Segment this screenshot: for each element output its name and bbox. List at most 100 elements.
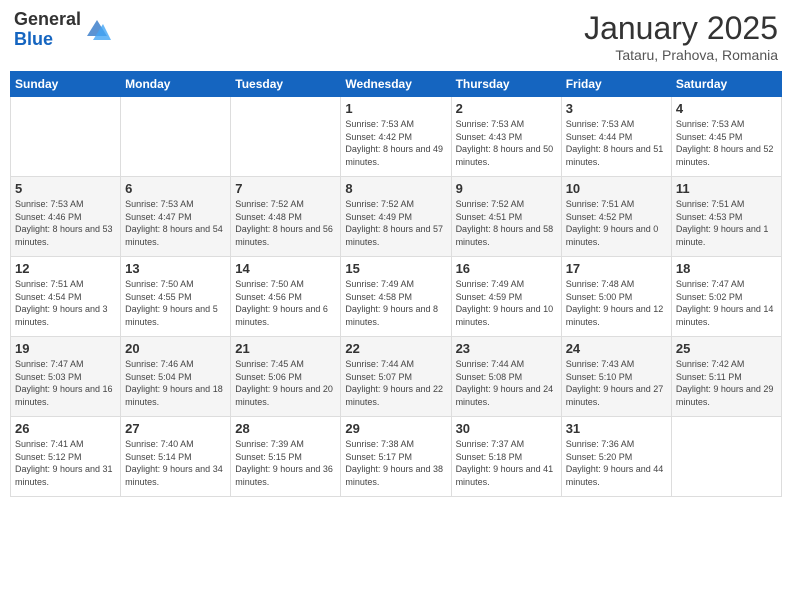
calendar-cell [231, 97, 341, 177]
calendar-cell: 23 Sunrise: 7:44 AM Sunset: 5:08 PM Dayli… [451, 337, 561, 417]
day-number: 4 [676, 101, 777, 116]
cell-info: Sunrise: 7:50 AM Sunset: 4:56 PM Dayligh… [235, 278, 336, 328]
calendar-cell: 15Sunrise: 7:49 AM Sunset: 4:58 PM Dayli… [341, 257, 451, 337]
cell-info: Sunrise: 7:49 AM Sunset: 4:59 PM Dayligh… [456, 278, 557, 328]
cell-info: Sunrise: 7:52 AM Sunset: 4:49 PM Dayligh… [345, 198, 446, 248]
calendar-cell: 2 Sunrise: 7:53 AM Sunset: 4:43 PM Daylig… [451, 97, 561, 177]
cell-info: Sunrise: 7:42 AM Sunset: 5:11 PM Dayligh… [676, 358, 777, 408]
logo-icon [83, 16, 111, 44]
calendar-cell: 11 Sunrise: 7:51 AM Sunset: 4:53 PM Dayli… [671, 177, 781, 257]
day-number: 28 [235, 421, 336, 436]
day-number: 27 [125, 421, 226, 436]
cell-info: Sunrise: 7:50 AM Sunset: 4:55 PM Dayligh… [125, 278, 226, 328]
calendar-cell: 13 Sunrise: 7:50 AM Sunset: 4:55 PM Dayli… [121, 257, 231, 337]
calendar-week-row: 12 Sunrise: 7:51 AM Sunset: 4:54 PM Dayli… [11, 257, 782, 337]
day-number: 3 [566, 101, 667, 116]
page-header: General Blue January 2025 Tataru, Prahov… [10, 10, 782, 63]
calendar-table: SundayMondayTuesdayWednesdayThursdayFrid… [10, 71, 782, 497]
calendar-cell: 6 Sunrise: 7:53 AM Sunset: 4:47 PM Daylig… [121, 177, 231, 257]
day-number: 11 [676, 181, 777, 196]
logo: General Blue [14, 10, 111, 50]
cell-info: Sunrise: 7:53 AM Sunset: 4:43 PM Dayligh… [456, 118, 557, 168]
cell-info: Sunrise: 7:44 AM Sunset: 5:07 PM Dayligh… [345, 358, 446, 408]
cell-info: Sunrise: 7:49 AM Sunset: 4:58 PM Dayligh… [345, 278, 446, 328]
day-number: 6 [125, 181, 226, 196]
calendar-cell: 20 Sunrise: 7:46 AM Sunset: 5:04 PM Dayli… [121, 337, 231, 417]
cell-info: Sunrise: 7:48 AM Sunset: 5:00 PM Dayligh… [566, 278, 667, 328]
calendar-cell: 26Sunrise: 7:41 AM Sunset: 5:12 PM Dayli… [11, 417, 121, 497]
calendar-cell: 9 Sunrise: 7:52 AM Sunset: 4:51 PM Daylig… [451, 177, 561, 257]
calendar-cell: 7 Sunrise: 7:52 AM Sunset: 4:48 PM Daylig… [231, 177, 341, 257]
day-number: 19 [15, 341, 116, 356]
day-number: 13 [125, 261, 226, 276]
cell-info: Sunrise: 7:51 AM Sunset: 4:53 PM Dayligh… [676, 198, 777, 248]
cell-info: Sunrise: 7:38 AM Sunset: 5:17 PM Dayligh… [345, 438, 446, 488]
cell-info: Sunrise: 7:53 AM Sunset: 4:47 PM Dayligh… [125, 198, 226, 248]
calendar-cell: 28 Sunrise: 7:39 AM Sunset: 5:15 PM Dayli… [231, 417, 341, 497]
cell-info: Sunrise: 7:46 AM Sunset: 5:04 PM Dayligh… [125, 358, 226, 408]
day-number: 30 [456, 421, 557, 436]
cell-info: Sunrise: 7:51 AM Sunset: 4:52 PM Dayligh… [566, 198, 667, 248]
calendar-cell: 16 Sunrise: 7:49 AM Sunset: 4:59 PM Dayli… [451, 257, 561, 337]
calendar-cell: 5Sunrise: 7:53 AM Sunset: 4:46 PM Daylig… [11, 177, 121, 257]
calendar-subtitle: Tataru, Prahova, Romania [584, 47, 778, 63]
day-number: 2 [456, 101, 557, 116]
day-number: 16 [456, 261, 557, 276]
day-number: 26 [15, 421, 116, 436]
weekday-header-friday: Friday [561, 72, 671, 97]
day-number: 18 [676, 261, 777, 276]
calendar-cell: 31Sunrise: 7:36 AM Sunset: 5:20 PM Dayli… [561, 417, 671, 497]
day-number: 22 [345, 341, 446, 356]
calendar-cell: 12 Sunrise: 7:51 AM Sunset: 4:54 PM Dayli… [11, 257, 121, 337]
title-block: January 2025 Tataru, Prahova, Romania [584, 10, 778, 63]
weekday-header-tuesday: Tuesday [231, 72, 341, 97]
day-number: 12 [15, 261, 116, 276]
day-number: 7 [235, 181, 336, 196]
day-number: 24 [566, 341, 667, 356]
calendar-cell: 27Sunrise: 7:40 AM Sunset: 5:14 PM Dayli… [121, 417, 231, 497]
cell-info: Sunrise: 7:39 AM Sunset: 5:15 PM Dayligh… [235, 438, 336, 488]
day-number: 21 [235, 341, 336, 356]
calendar-cell: 17Sunrise: 7:48 AM Sunset: 5:00 PM Dayli… [561, 257, 671, 337]
cell-info: Sunrise: 7:53 AM Sunset: 4:42 PM Dayligh… [345, 118, 446, 168]
day-number: 23 [456, 341, 557, 356]
day-number: 25 [676, 341, 777, 356]
weekday-header-sunday: Sunday [11, 72, 121, 97]
cell-info: Sunrise: 7:53 AM Sunset: 4:44 PM Dayligh… [566, 118, 667, 168]
weekday-header-monday: Monday [121, 72, 231, 97]
cell-info: Sunrise: 7:47 AM Sunset: 5:03 PM Dayligh… [15, 358, 116, 408]
day-number: 29 [345, 421, 446, 436]
calendar-cell: 22 Sunrise: 7:44 AM Sunset: 5:07 PM Dayli… [341, 337, 451, 417]
weekday-header-thursday: Thursday [451, 72, 561, 97]
calendar-cell: 3 Sunrise: 7:53 AM Sunset: 4:44 PM Daylig… [561, 97, 671, 177]
calendar-cell: 18 Sunrise: 7:47 AM Sunset: 5:02 PM Dayli… [671, 257, 781, 337]
cell-info: Sunrise: 7:52 AM Sunset: 4:48 PM Dayligh… [235, 198, 336, 248]
logo-general: General [14, 9, 81, 29]
calendar-cell: 19 Sunrise: 7:47 AM Sunset: 5:03 PM Dayli… [11, 337, 121, 417]
day-number: 9 [456, 181, 557, 196]
calendar-cell [11, 97, 121, 177]
calendar-cell: 24 Sunrise: 7:43 AM Sunset: 5:10 PM Dayli… [561, 337, 671, 417]
cell-info: Sunrise: 7:36 AM Sunset: 5:20 PM Dayligh… [566, 438, 667, 488]
calendar-cell [121, 97, 231, 177]
calendar-cell: 4Sunrise: 7:53 AM Sunset: 4:45 PM Daylig… [671, 97, 781, 177]
weekday-header-wednesday: Wednesday [341, 72, 451, 97]
cell-info: Sunrise: 7:43 AM Sunset: 5:10 PM Dayligh… [566, 358, 667, 408]
calendar-week-row: 1Sunrise: 7:53 AM Sunset: 4:42 PM Daylig… [11, 97, 782, 177]
calendar-cell: 29 Sunrise: 7:38 AM Sunset: 5:17 PM Dayli… [341, 417, 451, 497]
weekday-header-saturday: Saturday [671, 72, 781, 97]
calendar-cell: 25 Sunrise: 7:42 AM Sunset: 5:11 PM Dayli… [671, 337, 781, 417]
day-number: 20 [125, 341, 226, 356]
cell-info: Sunrise: 7:52 AM Sunset: 4:51 PM Dayligh… [456, 198, 557, 248]
calendar-cell: 10Sunrise: 7:51 AM Sunset: 4:52 PM Dayli… [561, 177, 671, 257]
calendar-cell: 14 Sunrise: 7:50 AM Sunset: 4:56 PM Dayli… [231, 257, 341, 337]
cell-info: Sunrise: 7:51 AM Sunset: 4:54 PM Dayligh… [15, 278, 116, 328]
day-number: 8 [345, 181, 446, 196]
day-number: 14 [235, 261, 336, 276]
cell-info: Sunrise: 7:53 AM Sunset: 4:46 PM Dayligh… [15, 198, 116, 248]
cell-info: Sunrise: 7:44 AM Sunset: 5:08 PM Dayligh… [456, 358, 557, 408]
calendar-cell [671, 417, 781, 497]
cell-info: Sunrise: 7:45 AM Sunset: 5:06 PM Dayligh… [235, 358, 336, 408]
cell-info: Sunrise: 7:47 AM Sunset: 5:02 PM Dayligh… [676, 278, 777, 328]
calendar-cell: 1Sunrise: 7:53 AM Sunset: 4:42 PM Daylig… [341, 97, 451, 177]
